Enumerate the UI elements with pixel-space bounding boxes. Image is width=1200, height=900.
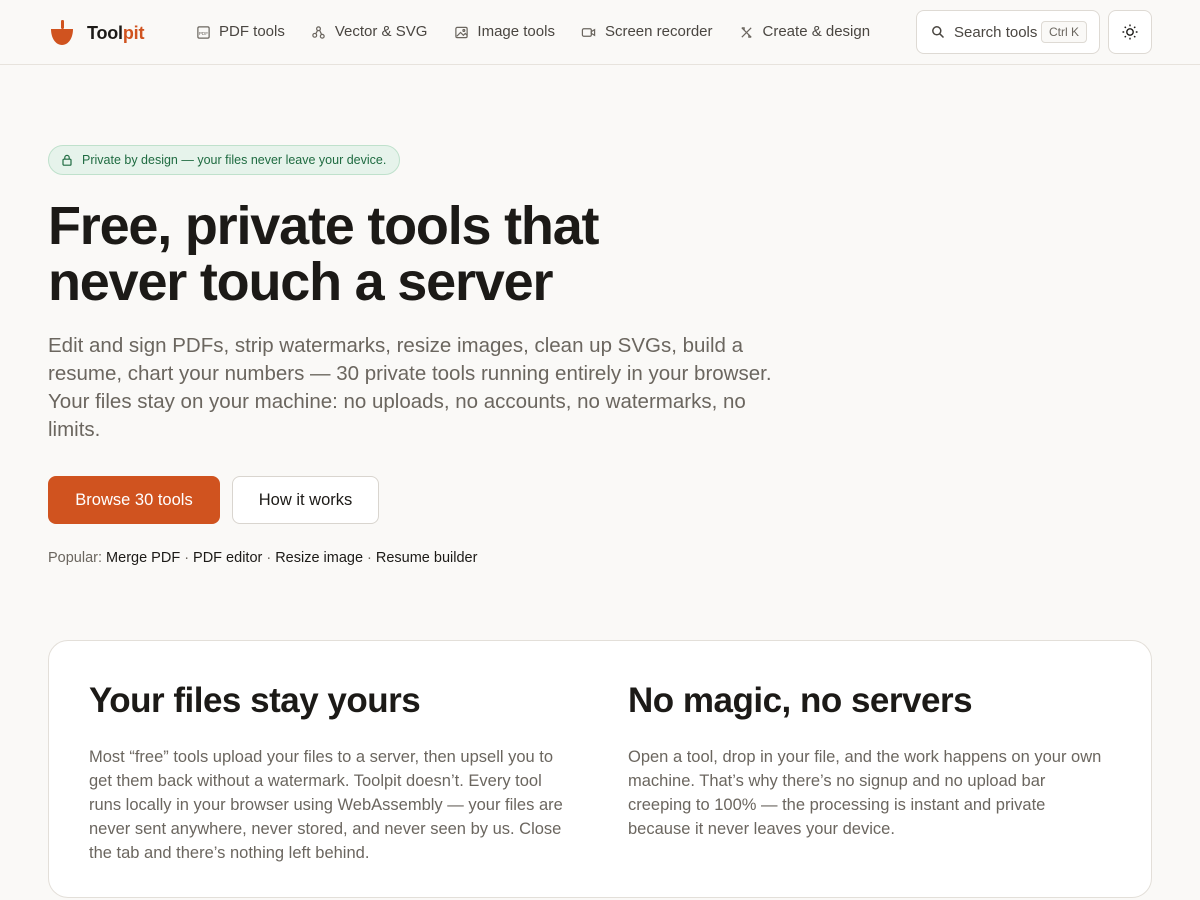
vector-nodes-icon (311, 24, 327, 40)
feature-body: Most “free” tools upload your files to a… (89, 748, 563, 862)
nav-screen-recorder[interactable]: Screen recorder (581, 20, 713, 44)
image-icon (453, 24, 469, 40)
nav-vector-svg[interactable]: Vector & SVG (311, 20, 428, 44)
keyboard-shortcut-hint: Ctrl K (1041, 21, 1087, 43)
brand-logo-link[interactable]: Toolpit (50, 19, 144, 46)
separator: · (367, 550, 372, 566)
video-camera-icon (581, 24, 597, 40)
main-nav: PDF PDF tools Vector & SVG Image tools S… (195, 20, 896, 44)
hero-title-line-2: never touch a server (48, 252, 553, 312)
hero-title: Free, private tools that never touch a s… (48, 198, 688, 310)
separator: · (184, 550, 190, 566)
nav-create-design[interactable]: Create & design (739, 20, 871, 44)
hero-subtitle: Edit and sign PDFs, strip watermarks, re… (48, 334, 772, 441)
how-it-works-button[interactable]: How it works (232, 476, 379, 524)
feature-no-servers: No magic, no servers Open a tool, drop i… (628, 679, 1108, 841)
nav-label: Image tools (477, 23, 555, 40)
feature-title: Your files stay yours (89, 681, 421, 720)
nav-label: Create & design (762, 23, 871, 40)
theme-toggle-button[interactable] (1108, 10, 1152, 54)
svg-text:PDF: PDF (198, 30, 207, 35)
hero-title-line-1: Free, private tools that (48, 196, 600, 256)
search-label: Search tools (954, 23, 1038, 41)
feature-files-stay-yours: Your files stay yours Most “free” tools … (89, 679, 569, 865)
privacy-badge: Private by design — your files never lea… (48, 145, 401, 175)
search-tools-button[interactable]: Search tools Ctrl K (916, 10, 1100, 54)
popular-link-merge-pdf[interactable]: Merge PDF (106, 550, 180, 566)
popular-link-pdf-editor[interactable]: PDF editor (193, 550, 262, 566)
feature-body: Open a tool, drop in your file, and the … (628, 748, 1102, 838)
popular-link-resize-image[interactable]: Resize image (275, 550, 363, 566)
design-tools-icon (739, 24, 755, 40)
features-card: Your files stay yours Most “free” tools … (48, 640, 1152, 898)
top-navigation-bar: Toolpit PDF PDF tools Vector & SVG Image… (0, 0, 1200, 65)
pdf-file-icon: PDF (195, 24, 211, 40)
sun-icon (1122, 24, 1138, 40)
nav-image-tools[interactable]: Image tools (453, 20, 555, 44)
nav-label: PDF tools (219, 23, 285, 40)
nav-pdf-tools[interactable]: PDF PDF tools (195, 20, 285, 44)
browse-tools-button[interactable]: Browse 30 tools (48, 476, 220, 524)
search-icon (931, 25, 945, 39)
mortar-bowl-icon (51, 20, 73, 45)
brand-name: Toolpit (87, 22, 145, 43)
separator: · (266, 550, 272, 566)
lock-icon (62, 154, 72, 166)
popular-link-resume-builder[interactable]: Resume builder (376, 550, 478, 566)
badge-text: Private by design — your files never lea… (82, 153, 387, 167)
popular-label: Popular: (48, 550, 103, 566)
feature-title: No magic, no servers (628, 681, 973, 720)
popular-links: Popular: Merge PDF · PDF editor · Resize ima… (48, 548, 477, 568)
nav-label: Vector & SVG (334, 23, 428, 40)
nav-label: Screen recorder (604, 23, 713, 40)
